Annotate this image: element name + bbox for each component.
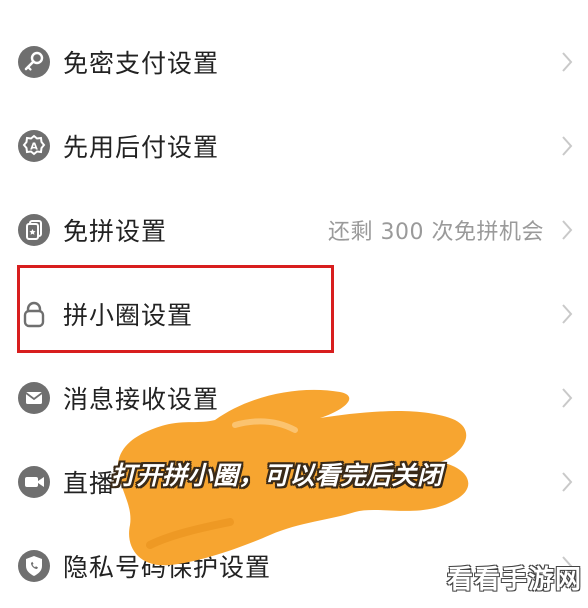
watermark-text: 看看手游网 [446, 565, 582, 595]
chevron-right-icon [562, 52, 573, 72]
key-icon [18, 46, 50, 78]
chevron-right-icon [562, 304, 573, 324]
settings-item-message-receive[interactable]: 消息接收设置 [0, 356, 588, 440]
chevron-right-icon [562, 220, 573, 240]
envelope-icon [18, 382, 50, 414]
settings-item-pay-later[interactable]: A 先用后付设置 [0, 104, 588, 188]
badge-icon: A [18, 130, 50, 162]
svg-text:A: A [30, 142, 38, 153]
group-free-remaining-value: 还剩 300 次免拼机会 [328, 220, 544, 245]
settings-item-password-free-payment[interactable]: 免密支付设置 [0, 20, 588, 104]
cards-icon [18, 214, 50, 246]
settings-item-label: 免密支付设置 [63, 49, 220, 78]
settings-item-group-free[interactable]: 免拼设置 还剩 300 次免拼机会 [0, 188, 588, 272]
settings-item-label: 免拼设置 [63, 217, 168, 246]
chevron-right-icon [562, 472, 573, 492]
settings-item-label: 先用后付设置 [63, 133, 220, 162]
shield-phone-icon [18, 550, 50, 582]
settings-item-label: 隐私号码保护设置 [63, 553, 272, 582]
chevron-right-icon [562, 136, 573, 156]
settings-item-label: 消息接收设置 [63, 385, 220, 414]
chevron-right-icon [562, 388, 573, 408]
settings-item-label: 直播 [63, 469, 116, 498]
overlay-caption: 打开拼小圈，可以看完后关闭 [111, 461, 443, 490]
video-camera-icon [18, 466, 50, 498]
highlight-box [17, 265, 334, 353]
